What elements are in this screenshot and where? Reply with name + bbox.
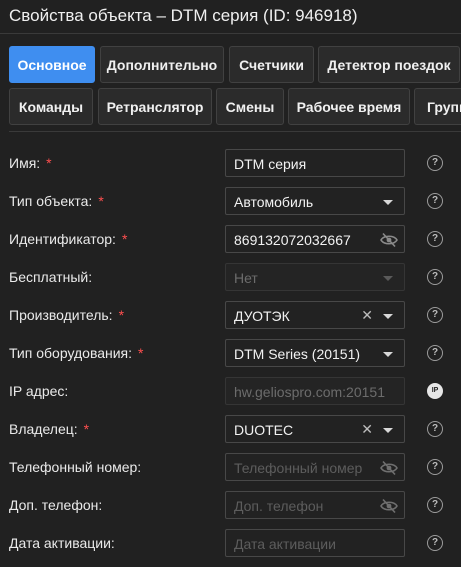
equipment-type-label: Тип оборудования: * — [9, 345, 144, 361]
phone-label: Телефонный номер: — [9, 459, 142, 475]
form-row-name: Имя: * DTM серия ? — [0, 148, 461, 178]
form-row-activation-date: Дата активации: Дата активации ? — [0, 528, 461, 558]
form-row-phone: Телефонный номер: Телефонный номер ? — [0, 452, 461, 482]
help-icon[interactable]: ? — [427, 535, 443, 551]
free-value: Нет — [234, 270, 258, 286]
extra-phone-placeholder: Доп. телефон — [234, 498, 324, 514]
tab-counters[interactable]: Счетчики — [229, 46, 314, 83]
help-icon[interactable]: ? — [427, 193, 443, 209]
chevron-down-icon[interactable] — [383, 200, 393, 205]
required-marker: * — [118, 307, 125, 323]
owner-select[interactable]: DUOTEC ✕ — [225, 415, 405, 443]
tab-groups[interactable]: Групп — [414, 88, 461, 125]
activation-date-label: Дата активации: — [9, 535, 115, 551]
tab-basic[interactable]: Основное — [9, 46, 95, 83]
chevron-down-icon — [383, 276, 393, 281]
tab-shifts[interactable]: Смены — [216, 88, 284, 125]
chevron-down-icon[interactable] — [383, 428, 393, 433]
required-marker: * — [83, 421, 90, 437]
activation-date-input[interactable]: Дата активации — [225, 529, 405, 557]
phone-input[interactable]: Телефонный номер — [225, 453, 405, 481]
ip-info-icon[interactable]: IP — [427, 383, 443, 399]
owner-label: Владелец: * — [9, 421, 90, 437]
tab-work-time[interactable]: Рабочее время — [288, 88, 410, 125]
form-row-object-type: Тип объекта: * Автомобиль ? — [0, 186, 461, 216]
dialog-title-bar: Свойства объекта – DTM серия (ID: 946918… — [0, 0, 461, 34]
form-row-owner: Владелец: * DUOTEC ✕ ? — [0, 414, 461, 444]
form-row-free: Бесплатный: Нет ? — [0, 262, 461, 292]
free-select: Нет — [225, 263, 405, 291]
ip-address-input: hw.geliospro.com:20151 — [225, 377, 405, 405]
dialog-title: Свойства объекта – DTM серия (ID: 946918… — [9, 6, 358, 25]
help-icon[interactable]: ? — [427, 459, 443, 475]
help-icon[interactable]: ? — [427, 269, 443, 285]
clear-icon[interactable]: ✕ — [361, 307, 373, 323]
object-type-label: Тип объекта: * — [9, 193, 104, 209]
help-icon[interactable]: ? — [427, 231, 443, 247]
name-input[interactable]: DTM серия — [225, 149, 405, 177]
help-icon[interactable]: ? — [427, 345, 443, 361]
tab-commands[interactable]: Команды — [9, 88, 93, 125]
help-icon[interactable]: ? — [427, 307, 443, 323]
clear-icon[interactable]: ✕ — [361, 421, 373, 437]
object-type-select[interactable]: Автомобиль — [225, 187, 405, 215]
chevron-down-icon[interactable] — [383, 352, 393, 357]
required-marker: * — [98, 193, 104, 209]
form-row-ip-address: IP адрес: hw.geliospro.com:20151 IP — [0, 376, 461, 406]
activation-date-placeholder: Дата активации — [234, 536, 336, 552]
form-row-extra-phone: Доп. телефон: Доп. телефон ? — [0, 490, 461, 520]
equipment-type-select[interactable]: DTM Series (20151) — [225, 339, 405, 367]
free-label: Бесплатный: — [9, 269, 93, 285]
manufacturer-select[interactable]: ДУОТЭК ✕ — [225, 301, 405, 329]
phone-placeholder: Телефонный номер — [234, 460, 363, 476]
identifier-input[interactable]: 869132072032667 — [225, 225, 405, 253]
equipment-type-value: DTM Series (20151) — [234, 346, 361, 362]
tab-additional[interactable]: Дополнительно — [100, 46, 224, 83]
chevron-down-icon[interactable] — [383, 314, 393, 319]
required-marker: * — [138, 345, 144, 361]
tab-trip-detector[interactable]: Детектор поездок — [318, 46, 460, 83]
manufacturer-label: Производитель: * — [9, 307, 125, 323]
extra-phone-input[interactable]: Доп. телефон — [225, 491, 405, 519]
eye-off-icon[interactable] — [380, 498, 398, 514]
identifier-label: Идентификатор: * — [9, 231, 128, 247]
extra-phone-label: Доп. телефон: — [9, 497, 103, 513]
required-marker: * — [121, 231, 128, 247]
tabs-divider — [9, 131, 461, 132]
name-label: Имя: * — [9, 155, 52, 171]
name-value: DTM серия — [234, 156, 307, 172]
help-icon[interactable]: ? — [427, 421, 443, 437]
form-row-equipment-type: Тип оборудования: * DTM Series (20151) ? — [0, 338, 461, 368]
form-row-manufacturer: Производитель: * ДУОТЭК ✕ ? — [0, 300, 461, 330]
ip-address-label: IP адрес: — [9, 383, 69, 399]
eye-off-icon[interactable] — [380, 232, 398, 248]
identifier-value: 869132072032667 — [234, 232, 351, 248]
object-type-value: Автомобиль — [234, 194, 314, 210]
ip-address-value: hw.geliospro.com:20151 — [234, 384, 385, 400]
help-icon[interactable]: ? — [427, 155, 443, 171]
tab-retranslator[interactable]: Ретранслятор — [98, 88, 212, 125]
help-icon[interactable]: ? — [427, 497, 443, 513]
required-marker: * — [46, 155, 52, 171]
form-row-identifier: Идентификатор: * 869132072032667 ? — [0, 224, 461, 254]
eye-off-icon[interactable] — [380, 460, 398, 476]
